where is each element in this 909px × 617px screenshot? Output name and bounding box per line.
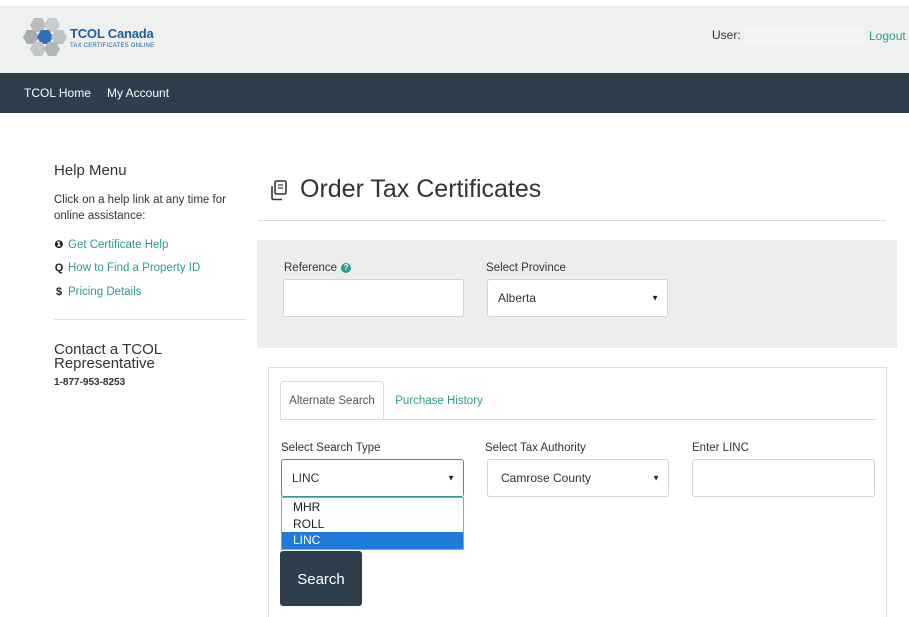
reference-label: Reference? bbox=[284, 262, 352, 274]
tab-purchase-history[interactable]: Purchase History bbox=[388, 381, 490, 420]
sidebar-divider bbox=[54, 319, 246, 320]
dropdown-option-mhr[interactable]: MHR bbox=[282, 499, 463, 516]
question-circle-icon[interactable]: ? bbox=[341, 263, 352, 273]
dollar-icon: $ bbox=[55, 286, 63, 298]
reference-input[interactable] bbox=[283, 279, 464, 317]
user-name-value bbox=[745, 28, 863, 44]
page-title: Order Tax Certificates bbox=[268, 175, 541, 204]
reference-label-text: Reference bbox=[284, 262, 338, 274]
hexagon-logo-icon bbox=[23, 18, 67, 56]
search-icon: Q bbox=[54, 262, 64, 274]
help-link-certificate[interactable]: ❶ Get Certificate Help bbox=[54, 238, 169, 252]
tax-authority-select[interactable]: Camrose County ▼ bbox=[487, 459, 669, 497]
province-select-value: Alberta bbox=[498, 291, 537, 305]
contact-phone[interactable]: 1-877-953-8253 bbox=[54, 377, 125, 388]
help-menu-description: Click on a help link at any time for onl… bbox=[54, 194, 226, 222]
title-divider bbox=[258, 220, 886, 221]
page-title-text: Order Tax Certificates bbox=[300, 175, 542, 203]
province-select[interactable]: Alberta ▼ bbox=[487, 279, 668, 317]
search-type-label: Select Search Type bbox=[281, 442, 381, 454]
contact-title: Contact a TCOL Representative bbox=[54, 341, 162, 372]
province-label: Select Province bbox=[486, 262, 566, 274]
linc-label: Enter LINC bbox=[692, 442, 749, 454]
search-type-select-value: LINC bbox=[292, 471, 320, 485]
help-link-pricing[interactable]: $ Pricing Details bbox=[54, 286, 142, 298]
caret-down-icon: ▼ bbox=[447, 473, 455, 483]
logo-subtitle: TAX CERTIFICATES ONLINE bbox=[70, 43, 155, 49]
search-type-select[interactable]: LINC ▼ bbox=[281, 459, 464, 497]
tax-authority-select-value: Camrose County bbox=[501, 471, 592, 485]
search-button-label: Search bbox=[297, 571, 345, 588]
search-type-dropdown-list: MHR ROLL LINC bbox=[281, 497, 464, 550]
linc-input[interactable] bbox=[692, 459, 875, 497]
logout-link[interactable]: Logout bbox=[869, 29, 906, 43]
tab-alternate-search[interactable]: Alternate Search bbox=[280, 381, 384, 420]
help-link-label: Get Certificate Help bbox=[68, 238, 169, 251]
info-circle-icon: ❶ bbox=[54, 239, 64, 251]
caret-down-icon: ▼ bbox=[651, 293, 659, 303]
dropdown-option-roll[interactable]: ROLL bbox=[282, 516, 463, 532]
user-label: User: bbox=[712, 28, 741, 42]
copy-icon bbox=[271, 179, 287, 200]
logo-name: TCOL Canada bbox=[70, 26, 154, 41]
help-link-label: How to Find a Property ID bbox=[68, 262, 201, 274]
top-header: TCOL Canada TAX CERTIFICATES ONLINE User… bbox=[0, 0, 909, 73]
search-button[interactable]: Search bbox=[280, 551, 362, 606]
tax-authority-label: Select Tax Authority bbox=[485, 442, 586, 454]
nav-my-account[interactable]: My Account bbox=[107, 86, 169, 100]
help-menu-title: Help Menu bbox=[54, 162, 127, 179]
dropdown-option-linc[interactable]: LINC bbox=[282, 532, 463, 549]
main-navbar: TCOL Home My Account bbox=[0, 73, 909, 113]
nav-tcol-home[interactable]: TCOL Home bbox=[24, 86, 91, 100]
tab-divider bbox=[280, 419, 876, 420]
caret-down-icon: ▼ bbox=[652, 473, 660, 483]
tcol-logo[interactable]: TCOL Canada TAX CERTIFICATES ONLINE bbox=[22, 16, 182, 56]
help-link-label: Pricing Details bbox=[68, 286, 142, 298]
help-link-property-id[interactable]: Q How to Find a Property ID bbox=[54, 262, 201, 274]
